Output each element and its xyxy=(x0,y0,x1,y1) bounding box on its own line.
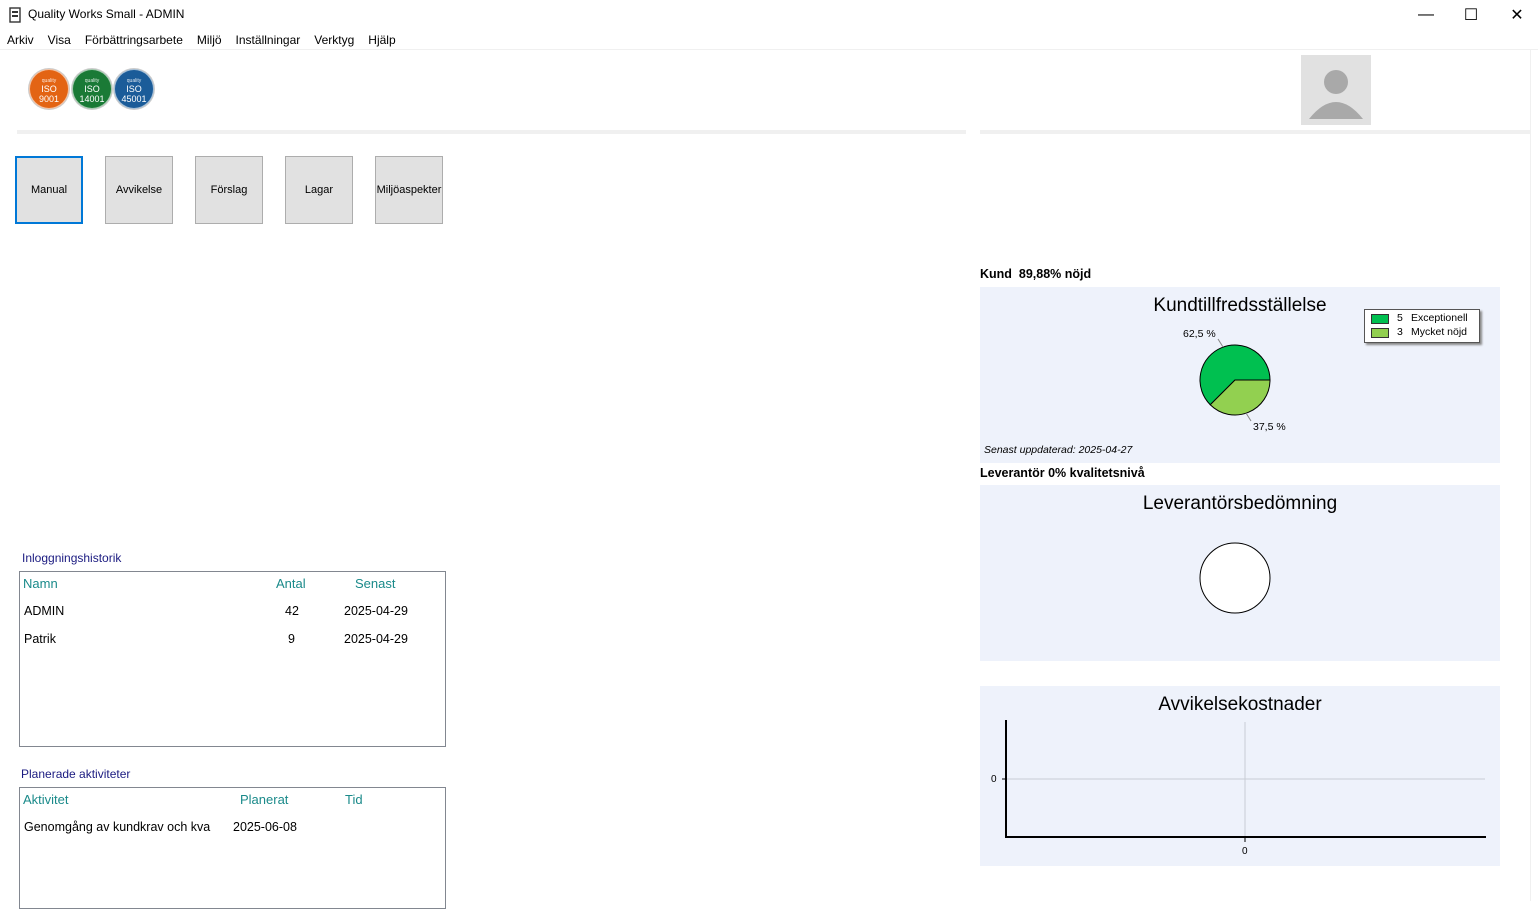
column-header-time[interactable]: Tid xyxy=(345,792,363,807)
minimize-button[interactable]: — xyxy=(1403,0,1449,30)
menu-arkiv[interactable]: Arkiv xyxy=(0,31,41,49)
close-icon: ✕ xyxy=(1510,7,1524,24)
table-row-count: 9 xyxy=(288,632,295,646)
column-header-last[interactable]: Senast xyxy=(355,576,395,591)
empty-pie-svg xyxy=(1199,542,1271,614)
header-separator-right xyxy=(980,130,1530,134)
close-button[interactable]: ✕ xyxy=(1494,0,1538,30)
maximize-button[interactable]: ☐ xyxy=(1448,0,1494,30)
forslag-button[interactable]: Förslag xyxy=(195,156,263,224)
manual-button[interactable]: Manual xyxy=(15,156,83,224)
login-history-label: Inloggningshistorik xyxy=(22,551,122,565)
chart-legend: 5 Exceptionell 3 Mycket nöjd xyxy=(1364,309,1480,343)
avatar xyxy=(1301,55,1371,125)
column-header-planned[interactable]: Planerat xyxy=(240,792,288,807)
slice-leader-line xyxy=(1245,412,1252,422)
supplier-assessment-chart: Leverantörsbedömning xyxy=(980,485,1500,661)
maximize-icon: ☐ xyxy=(1463,7,1479,24)
legend-swatch xyxy=(1371,328,1389,338)
menu-divider xyxy=(0,49,1538,50)
slice-label: 37,5 % xyxy=(1253,421,1286,433)
user-icon xyxy=(1309,70,1363,119)
empty-pie-circle xyxy=(1199,542,1271,614)
legend-swatch xyxy=(1371,314,1389,324)
header-separator-left xyxy=(17,130,966,134)
table-row-name[interactable]: ADMIN xyxy=(24,604,64,618)
customer-satisfaction-chart: Kundtillfredsställelse 5 Exceptionell 3 … xyxy=(980,287,1500,463)
minimize-icon: — xyxy=(1418,6,1434,23)
lagar-button[interactable]: Lagar xyxy=(285,156,353,224)
column-header-count[interactable]: Antal xyxy=(276,576,306,591)
menu-hjalp[interactable]: Hjälp xyxy=(361,31,402,49)
y-tick-label: 0 xyxy=(991,774,997,785)
legend-count: 3 xyxy=(1397,326,1403,338)
legend-label: Exceptionell xyxy=(1411,312,1468,324)
iso-9001-logo: quality ISO 9001 xyxy=(29,69,69,109)
iso-45001-logo: quality ISO 45001 xyxy=(114,69,154,109)
right-edge-divider xyxy=(1530,50,1531,901)
miljoaspekter-button[interactable]: Miljöaspekter xyxy=(375,156,443,224)
table-row-planned: 2025-06-08 xyxy=(233,820,297,834)
menu-forbattringsarbete[interactable]: Förbättringsarbete xyxy=(78,31,190,49)
supplier-quality-label: Leverantör 0% kvalitetsnivå xyxy=(980,466,1145,480)
iso-14001-logo: quality ISO 14001 xyxy=(72,69,112,109)
login-history-list[interactable]: Namn Antal Senast ADMIN 42 2025-04-29 Pa… xyxy=(19,571,446,747)
table-row-activity[interactable]: Genomgång av kundkrav och kva xyxy=(24,820,220,834)
menu-bar: Arkiv Visa Förbättringsarbete Miljö Inställn… xyxy=(0,31,1538,49)
menu-visa[interactable]: Visa xyxy=(41,31,78,49)
column-header-activity[interactable]: Aktivitet xyxy=(23,792,69,807)
menu-miljo[interactable]: Miljö xyxy=(190,31,229,49)
table-row-last: 2025-04-29 xyxy=(344,604,408,618)
customer-satisfaction-label: Kund 89,88% nöjd xyxy=(980,267,1092,281)
planned-activities-label: Planerade aktiviteter xyxy=(21,767,131,781)
app-icon xyxy=(9,7,21,23)
legend-count: 5 xyxy=(1397,312,1403,324)
menu-verktyg[interactable]: Verktyg xyxy=(307,31,361,49)
table-row-name[interactable]: Patrik xyxy=(24,632,56,646)
x-tick-label: 0 xyxy=(1242,846,1248,857)
table-row-count: 42 xyxy=(285,604,299,618)
table-row-last: 2025-04-29 xyxy=(344,632,408,646)
legend-label: Mycket nöjd xyxy=(1411,326,1468,338)
planned-activities-list[interactable]: Aktivitet Planerat Tid Genomgång av kund… xyxy=(19,787,446,909)
column-header-name[interactable]: Namn xyxy=(23,576,58,591)
last-updated: Senast uppdaterad: 2025-04-27 xyxy=(984,444,1133,456)
title-bar: Quality Works Small - ADMIN — ☐ ✕ xyxy=(0,0,1538,30)
menu-installningar[interactable]: Inställningar xyxy=(229,31,308,49)
avvikelse-button[interactable]: Avvikelse xyxy=(105,156,173,224)
deviation-costs-chart: Avvikelsekostnader 0 0 xyxy=(980,686,1500,866)
slice-label: 62,5 % xyxy=(1183,328,1216,340)
line-chart-svg xyxy=(1002,720,1486,842)
slice-leader-line xyxy=(1217,338,1224,348)
window-title: Quality Works Small - ADMIN xyxy=(28,7,185,21)
